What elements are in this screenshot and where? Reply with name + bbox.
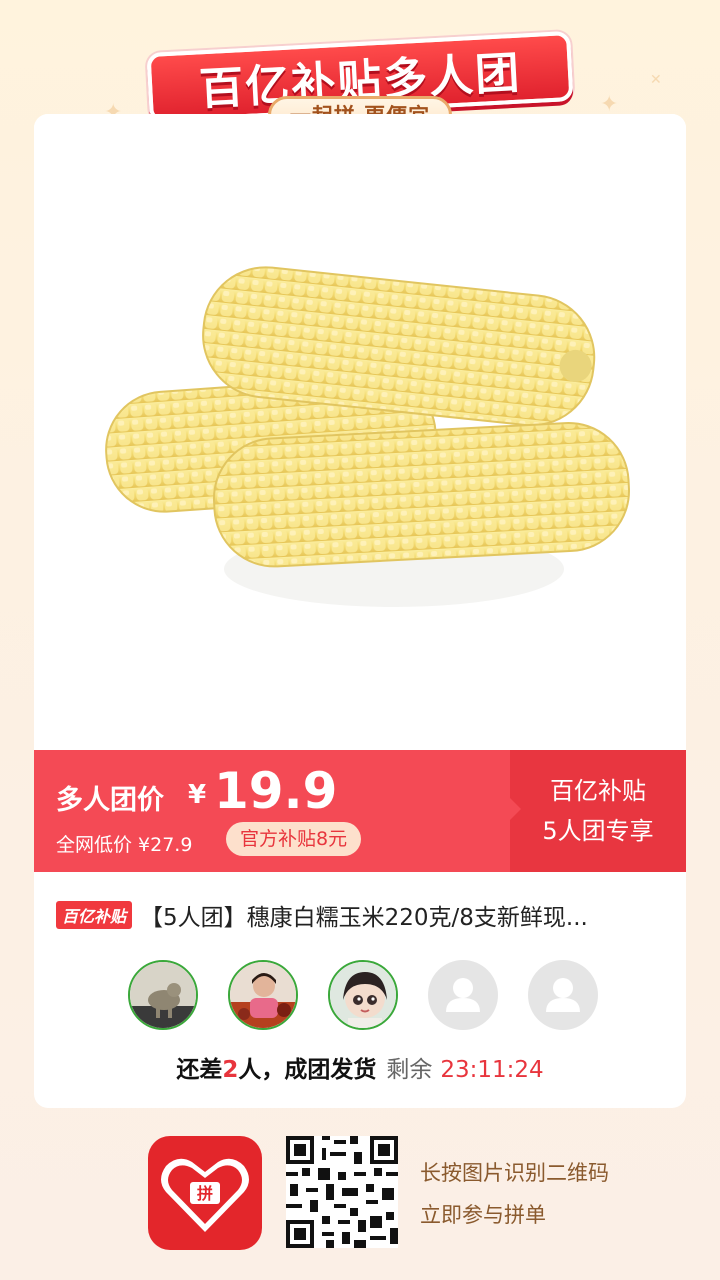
pinduoduo-logo-icon: 拼	[161, 1158, 249, 1232]
group-price: 19.9	[214, 762, 338, 820]
product-title-row[interactable]: 百亿补贴 【5人团】穗康白糯玉米220克/8支新鲜现...	[56, 900, 666, 931]
user-icon	[446, 978, 480, 1012]
product-image[interactable]	[34, 114, 686, 750]
promo-line-2: 5人团专享	[542, 817, 654, 845]
avatar-placeholder	[528, 960, 598, 1030]
avatar-placeholder	[428, 960, 498, 1030]
sparkle-icon: ✕	[650, 72, 662, 88]
user-icon	[546, 978, 580, 1012]
footer-line-2: 立即参与拼单	[420, 1203, 546, 1227]
avatar	[228, 960, 298, 1030]
remaining-count: 2	[222, 1057, 239, 1083]
promo-line-1: 百亿补贴	[550, 777, 646, 805]
lowest-price: 全网低价 ¥27.9	[56, 834, 193, 856]
avatar	[328, 960, 398, 1030]
corn-image	[105, 266, 630, 607]
remaining-label: 剩余	[386, 1057, 433, 1083]
group-price-label: 多人团价	[56, 785, 164, 816]
subsidy-badge: 官方补贴8元	[226, 822, 362, 856]
svg-text:拼: 拼	[197, 1184, 213, 1203]
status-suffix: 人，成团发货	[238, 1057, 377, 1083]
header-banner: 百亿补贴多人团 一起拼 更便宜	[140, 28, 580, 134]
promo-box: 百亿补贴 5人团专享	[509, 750, 686, 872]
footer-hint: 长按图片识别二维码 立即参与拼单	[420, 1152, 609, 1236]
qr-code[interactable]	[286, 1136, 398, 1248]
countdown-timer: 23:11:24	[440, 1057, 544, 1083]
avatar	[128, 960, 198, 1030]
status-prefix: 还差	[176, 1057, 223, 1083]
price-currency: ¥	[188, 780, 207, 810]
product-title: 【5人团】穗康白糯玉米220克/8支新鲜现...	[140, 905, 588, 931]
group-status: 还差2人，成团发货 剩余 23:11:24	[34, 1050, 686, 1084]
price-bar: 多人团价 ¥ 19.9 全网低价 ¥27.9 官方补贴8元 百亿补贴 5人团专享	[34, 750, 686, 872]
baiyi-tag: 百亿补贴	[56, 901, 133, 929]
qr-code-image	[286, 1136, 398, 1248]
pinduoduo-logo: 拼	[148, 1136, 262, 1250]
product-card[interactable]: 多人团价 ¥ 19.9 全网低价 ¥27.9 官方补贴8元 百亿补贴 5人团专享…	[34, 114, 686, 1108]
group-avatars	[128, 960, 598, 1032]
footer-line-1: 长按图片识别二维码	[420, 1161, 609, 1185]
